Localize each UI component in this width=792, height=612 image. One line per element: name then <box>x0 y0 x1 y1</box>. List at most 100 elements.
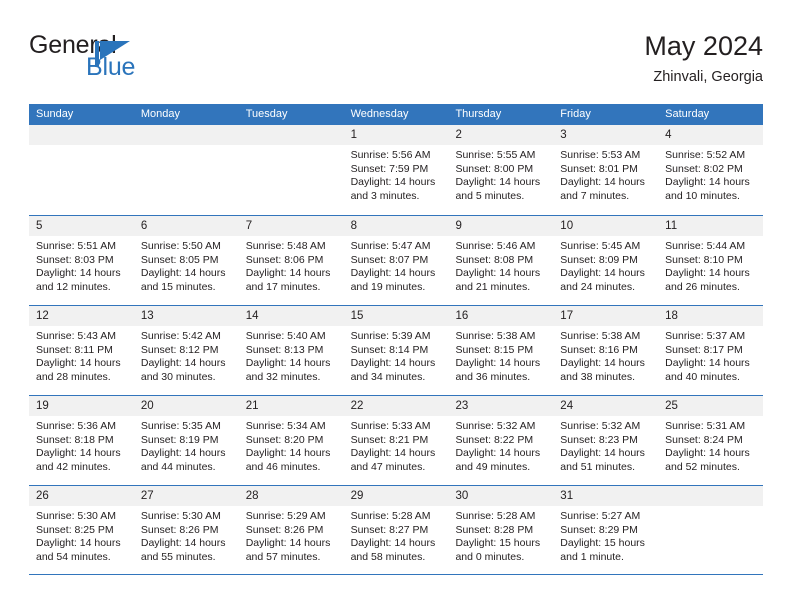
sunrise-text: Sunrise: 5:40 AM <box>245 330 326 342</box>
daylight-text-line2: and 1 minute. <box>560 550 624 563</box>
weekday-header-saturday: Saturday <box>665 108 710 120</box>
daylight-text-line2: and 12 minutes. <box>36 280 111 293</box>
day-cell[interactable]: 18 Sunrise: 5:37 AM Sunset: 8:17 PM Dayligh… <box>658 306 764 395</box>
calendar-week-row: 5 Sunrise: 5:51 AM Sunset: 8:03 PM Daylight… <box>29 215 764 305</box>
daylight-text-line1: Daylight: 14 hours <box>140 267 226 280</box>
day-cell[interactable]: 19 Sunrise: 5:36 AM Sunset: 8:18 PM Dayligh… <box>29 396 134 485</box>
daylight-text-line2: and 55 minutes. <box>140 550 216 563</box>
day-cell[interactable]: 1 Sunrise: 5:56 AM Sunset: 7:59 PM Daylight… <box>343 125 449 215</box>
day-details: Sunrise: 5:36 AM Sunset: 8:18 PM Daylight:… <box>29 416 134 474</box>
day-cell[interactable]: 8 Sunrise: 5:47 AM Sunset: 8:07 PM Daylight… <box>343 216 449 305</box>
day-cell[interactable]: 16 Sunrise: 5:38 AM Sunset: 8:15 PM Dayligh… <box>448 306 554 395</box>
day-details <box>239 145 344 149</box>
day-number-band: 5 <box>29 216 134 236</box>
day-cell[interactable]: 30 Sunrise: 5:28 AM Sunset: 8:28 PM Dayligh… <box>448 486 554 574</box>
day-cell[interactable]: 29 Sunrise: 5:28 AM Sunset: 8:27 PM Dayligh… <box>343 486 449 574</box>
day-cell[interactable]: 15 Sunrise: 5:39 AM Sunset: 8:14 PM Dayligh… <box>343 306 449 395</box>
day-details: Sunrise: 5:47 AM Sunset: 8:07 PM Daylight:… <box>344 236 449 294</box>
sunrise-text: Sunrise: 5:51 AM <box>36 240 116 252</box>
day-details: Sunrise: 5:31 AM Sunset: 8:24 PM Daylight:… <box>658 416 763 474</box>
day-number: 31 <box>560 490 574 502</box>
day-number: 3 <box>560 129 567 141</box>
day-cell[interactable]: 2 Sunrise: 5:55 AM Sunset: 8:00 PM Daylight… <box>448 125 554 215</box>
daylight-text-line1: Daylight: 14 hours <box>665 357 750 370</box>
day-cell[interactable]: 22 Sunrise: 5:33 AM Sunset: 8:21 PM Dayligh… <box>343 396 449 485</box>
day-cell[interactable]: 3 Sunrise: 5:53 AM Sunset: 8:01 PM Daylight… <box>553 125 659 215</box>
day-cell[interactable]: 11 Sunrise: 5:44 AM Sunset: 8:10 PM Dayligh… <box>658 216 764 305</box>
day-details: Sunrise: 5:45 AM Sunset: 8:09 PM Daylight:… <box>553 236 658 294</box>
daylight-text-line2: and 5 minutes. <box>455 189 525 202</box>
day-cell[interactable]: 7 Sunrise: 5:48 AM Sunset: 8:06 PM Daylight… <box>238 216 344 305</box>
sunset-text: Sunset: 8:28 PM <box>455 523 534 536</box>
daylight-text-line1: Daylight: 14 hours <box>350 357 436 370</box>
day-details: Sunrise: 5:44 AM Sunset: 8:10 PM Daylight:… <box>658 236 763 294</box>
day-cell[interactable]: 12 Sunrise: 5:43 AM Sunset: 8:11 PM Dayligh… <box>29 306 134 395</box>
day-cell[interactable]: 14 Sunrise: 5:40 AM Sunset: 8:13 PM Dayligh… <box>238 306 344 395</box>
day-number-band: 7 <box>238 216 344 236</box>
day-number-band: 2 <box>448 125 554 145</box>
day-details <box>134 145 239 149</box>
sunset-text: Sunset: 8:22 PM <box>455 433 534 446</box>
day-number: 14 <box>245 310 259 322</box>
daylight-text-line1: Daylight: 14 hours <box>140 537 226 550</box>
day-number: 17 <box>560 310 574 322</box>
day-cell[interactable]: 25 Sunrise: 5:31 AM Sunset: 8:24 PM Dayligh… <box>658 396 764 485</box>
sunset-text: Sunset: 8:26 PM <box>140 523 219 536</box>
day-details: Sunrise: 5:32 AM Sunset: 8:23 PM Daylight:… <box>553 416 658 474</box>
day-number-band: 26 <box>29 486 134 506</box>
day-cell[interactable]: 17 Sunrise: 5:38 AM Sunset: 8:16 PM Dayligh… <box>553 306 659 395</box>
day-number: 26 <box>36 490 49 502</box>
day-number-band: 3 <box>553 125 659 145</box>
weekday-header-tuesday: Tuesday <box>245 108 288 120</box>
general-blue-logo[interactable]: General Blue <box>29 31 259 89</box>
daylight-text-line1: Daylight: 14 hours <box>36 267 121 280</box>
day-details: Sunrise: 5:43 AM Sunset: 8:11 PM Daylight:… <box>29 326 134 384</box>
day-number-band: 25 <box>658 396 764 416</box>
page-title: May 2024 <box>644 31 763 61</box>
day-number: 23 <box>455 400 469 412</box>
daylight-text-line2: and 21 minutes. <box>455 280 531 293</box>
sunrise-text: Sunrise: 5:29 AM <box>245 510 326 522</box>
daylight-text-line1: Daylight: 14 hours <box>455 357 541 370</box>
day-details: Sunrise: 5:38 AM Sunset: 8:16 PM Daylight:… <box>553 326 658 384</box>
daylight-text-line1: Daylight: 14 hours <box>665 267 750 280</box>
day-number-band: 14 <box>238 306 344 326</box>
day-number: 11 <box>665 220 678 232</box>
sunset-text: Sunset: 8:23 PM <box>560 433 638 446</box>
day-details: Sunrise: 5:40 AM Sunset: 8:13 PM Daylight:… <box>239 326 344 384</box>
daylight-text-line2: and 58 minutes. <box>350 550 426 563</box>
day-number-band: 16 <box>448 306 554 326</box>
day-details <box>29 145 134 149</box>
sunset-text: Sunset: 8:20 PM <box>245 433 324 446</box>
day-number: 4 <box>665 129 672 141</box>
day-cell[interactable]: 28 Sunrise: 5:29 AM Sunset: 8:26 PM Dayligh… <box>238 486 344 574</box>
day-cell[interactable]: 26 Sunrise: 5:30 AM Sunset: 8:25 PM Dayligh… <box>29 486 134 574</box>
day-number-band: 11 <box>658 216 764 236</box>
day-number-band: 24 <box>553 396 659 416</box>
day-cell[interactable]: 31 Sunrise: 5:27 AM Sunset: 8:29 PM Dayligh… <box>553 486 659 574</box>
day-number: 7 <box>245 220 253 232</box>
day-cell[interactable]: 20 Sunrise: 5:35 AM Sunset: 8:19 PM Dayligh… <box>133 396 239 485</box>
day-cell[interactable]: 27 Sunrise: 5:30 AM Sunset: 8:26 PM Dayligh… <box>133 486 239 574</box>
day-cell[interactable]: 21 Sunrise: 5:34 AM Sunset: 8:20 PM Dayligh… <box>238 396 344 485</box>
day-details: Sunrise: 5:42 AM Sunset: 8:12 PM Daylight:… <box>134 326 239 384</box>
day-number-band: 10 <box>553 216 659 236</box>
day-cell[interactable]: 23 Sunrise: 5:32 AM Sunset: 8:22 PM Dayligh… <box>448 396 554 485</box>
day-cell[interactable]: 5 Sunrise: 5:51 AM Sunset: 8:03 PM Daylight… <box>29 216 134 305</box>
day-cell[interactable]: 6 Sunrise: 5:50 AM Sunset: 8:05 PM Daylight… <box>133 216 239 305</box>
day-cell[interactable]: 10 Sunrise: 5:45 AM Sunset: 8:09 PM Dayligh… <box>553 216 659 305</box>
day-number: 19 <box>36 400 49 412</box>
day-cell-empty <box>133 125 239 215</box>
day-number-band: 29 <box>343 486 449 506</box>
sunrise-text: Sunrise: 5:34 AM <box>245 420 326 432</box>
day-number: 30 <box>455 490 469 502</box>
day-cell[interactable]: 4 Sunrise: 5:52 AM Sunset: 8:02 PM Daylight… <box>658 125 764 215</box>
day-number-band: 23 <box>448 396 554 416</box>
day-cell[interactable]: 24 Sunrise: 5:32 AM Sunset: 8:23 PM Dayligh… <box>553 396 659 485</box>
day-cell[interactable]: 9 Sunrise: 5:46 AM Sunset: 8:08 PM Daylight… <box>448 216 554 305</box>
sunrise-text: Sunrise: 5:31 AM <box>665 420 746 432</box>
daylight-text-line2: and 36 minutes. <box>455 370 531 383</box>
daylight-text-line2: and 47 minutes. <box>350 460 426 473</box>
day-cell[interactable]: 13 Sunrise: 5:42 AM Sunset: 8:12 PM Dayligh… <box>133 306 239 395</box>
sunrise-text: Sunrise: 5:46 AM <box>455 240 536 252</box>
